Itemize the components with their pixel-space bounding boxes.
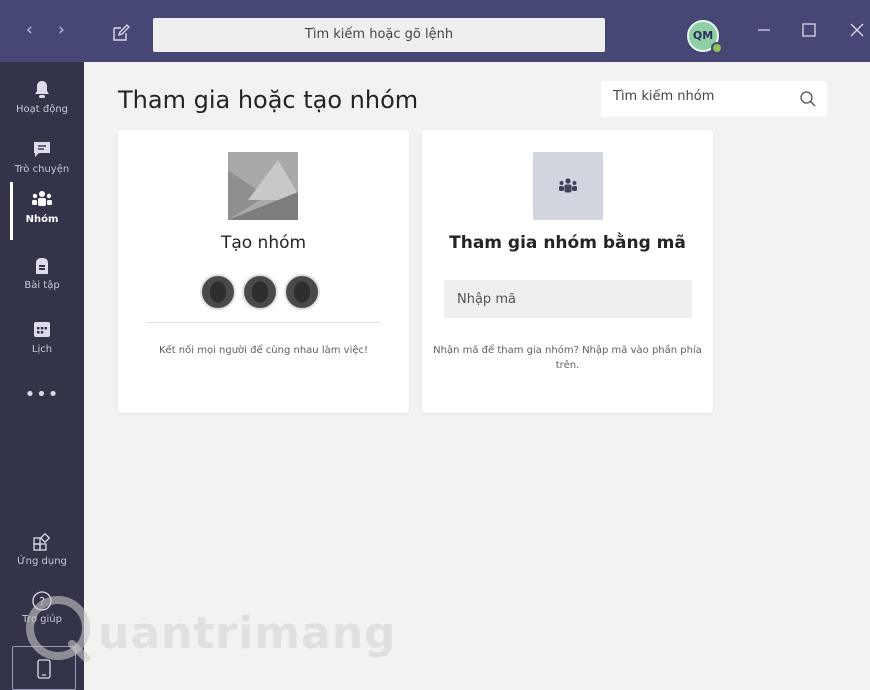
create-team-card[interactable]: Tạo nhóm Kết nối mọi người để cùng nhau …	[118, 130, 409, 413]
minimize-icon[interactable]	[752, 18, 776, 42]
close-icon[interactable]	[845, 18, 869, 42]
forward-arrow-icon[interactable]: ›	[58, 20, 65, 40]
team-code-input[interactable]	[444, 280, 692, 318]
avatar	[242, 274, 278, 310]
calendar-icon	[0, 312, 84, 342]
create-team-description: Kết nối mọi người để cùng nhau làm việc!	[158, 345, 369, 356]
teams-group-icon	[533, 152, 603, 220]
chat-icon	[0, 132, 84, 162]
team-placeholder-image-icon	[228, 152, 298, 220]
member-avatars	[200, 274, 328, 310]
avatar	[284, 274, 320, 310]
rail-item-label: Bài tập	[24, 280, 60, 291]
rail-item-label: Ứng dụng	[17, 556, 67, 567]
backpack-icon	[0, 248, 84, 278]
rail-item-teams[interactable]: Nhóm	[0, 182, 84, 240]
rail-item-label: Nhóm	[25, 214, 59, 225]
divider	[146, 322, 380, 323]
team-search-box[interactable]	[601, 81, 827, 117]
rail-item-activity[interactable]: Hoạt động	[0, 72, 84, 130]
teams-icon	[0, 182, 84, 212]
rail-item-label: Trò chuyện	[14, 164, 70, 175]
rail-item-label: Hoạt động	[15, 104, 69, 115]
watermark-text: uantrimang	[98, 608, 397, 659]
search-icon[interactable]	[799, 90, 817, 108]
maximize-icon[interactable]	[797, 18, 821, 42]
new-chat-icon[interactable]	[112, 24, 130, 42]
page-title: Tham gia hoặc tạo nhóm	[118, 86, 419, 114]
user-avatar[interactable]: QM	[687, 20, 723, 54]
rail-item-apps[interactable]: Ứng dụng	[0, 524, 84, 582]
apps-icon	[0, 524, 84, 554]
more-apps-button[interactable]: •••	[0, 384, 84, 405]
avatar-initials: QM	[692, 29, 714, 42]
team-search-input[interactable]	[613, 89, 783, 104]
presence-available-icon	[711, 42, 723, 54]
back-arrow-icon[interactable]: ‹	[26, 20, 33, 40]
join-with-code-card: Tham gia nhóm bằng mã Nhận mã để tham gi…	[422, 130, 713, 413]
bell-icon	[0, 72, 84, 102]
title-bar: ‹ › Tìm kiếm hoặc gõ lệnh QM	[0, 0, 870, 62]
rail-item-label: Lịch	[31, 344, 53, 355]
join-team-title: Tham gia nhóm bằng mã	[449, 233, 686, 253]
command-search-bar[interactable]: Tìm kiếm hoặc gõ lệnh	[153, 18, 605, 52]
join-team-description: Nhận mã để tham gia nhóm? Nhập mã vào ph…	[433, 345, 702, 371]
rail-item-assignments[interactable]: Bài tập	[0, 248, 84, 306]
avatar	[200, 274, 236, 310]
rail-item-calendar[interactable]: Lịch	[0, 312, 84, 370]
create-team-title: Tạo nhóm	[220, 233, 307, 253]
